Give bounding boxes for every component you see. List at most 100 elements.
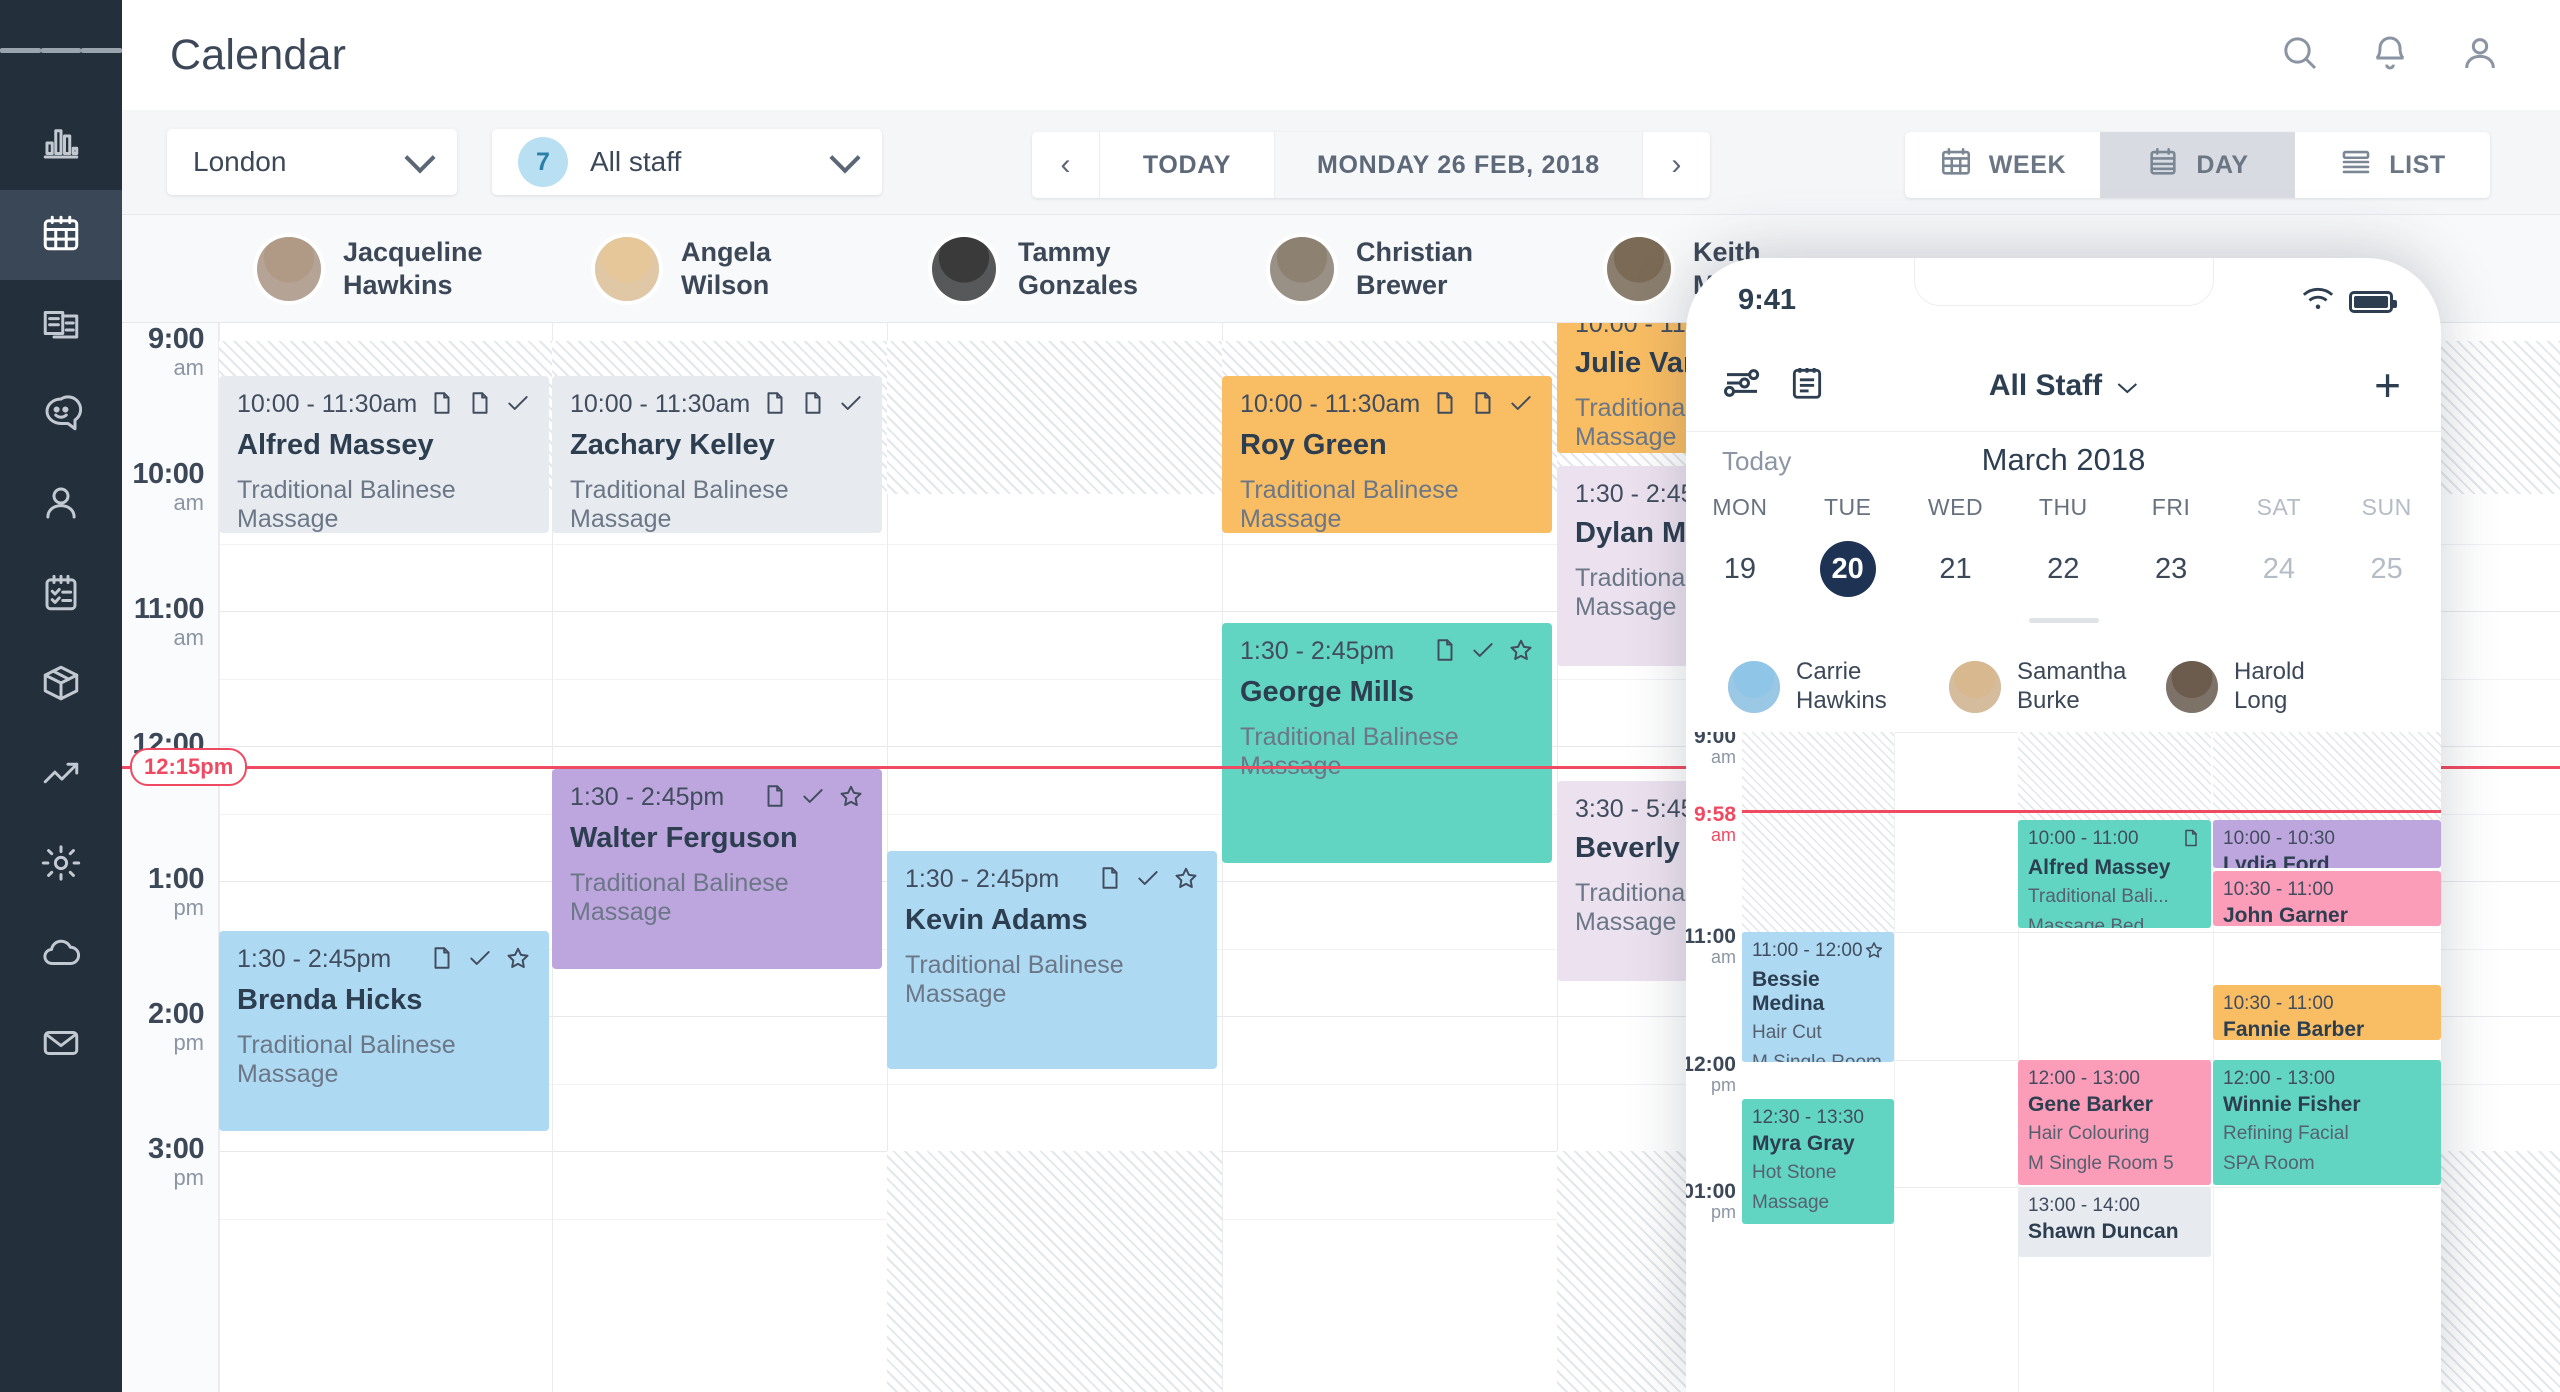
phone-appointment-client: Shawn Duncan: [2028, 1220, 2179, 1243]
file-icon[interactable]: [1432, 637, 1458, 668]
sidebar-item-tasks[interactable]: [0, 550, 122, 640]
appointment-card[interactable]: 1:30 - 2:45pm Walter Ferguson Traditional …: [552, 769, 882, 969]
date-navigator: ‹ TODAY MONDAY 26 FEB, 2018 ›: [1032, 132, 1710, 198]
appointment-client: Walter Ferguson: [570, 822, 798, 854]
phone-unavailable-block: [2018, 732, 2211, 820]
avatar: [257, 237, 321, 301]
file-icon[interactable]: [429, 945, 455, 976]
appointment-card[interactable]: 10:00 - 11:30am Roy Green Traditional Bali…: [1222, 376, 1552, 533]
phone-appointment-card[interactable]: 10:00 - 11:00 Alfred Massey Traditional Ba…: [2018, 820, 2211, 928]
sidebar-item-clients[interactable]: [0, 460, 122, 550]
phone-day-mon[interactable]: MON 19: [1686, 494, 1794, 597]
appointment-time: 1:30 - 2:45pm: [905, 865, 1060, 893]
star-icon[interactable]: [1173, 865, 1199, 896]
today-button[interactable]: TODAY: [1100, 132, 1275, 198]
list-icon: [2339, 145, 2373, 186]
phone-day-fri[interactable]: FRI 23: [2117, 494, 2225, 597]
sidebar-item-messages[interactable]: [0, 1000, 122, 1090]
phone-day-sun[interactable]: SUN 25: [2333, 494, 2441, 597]
staff-column-header[interactable]: Tammy Gonzales: [932, 215, 1138, 323]
file-icon[interactable]: [800, 390, 826, 421]
prev-day-button[interactable]: ‹: [1032, 132, 1100, 198]
check-icon[interactable]: [1508, 390, 1534, 421]
phone-today-label[interactable]: Today: [1722, 446, 1791, 477]
location-select[interactable]: London: [167, 129, 457, 195]
file-icon[interactable]: [429, 390, 455, 421]
staff-column-header[interactable]: Angela Wilson: [595, 215, 771, 323]
phone-add-button[interactable]: +: [2374, 362, 2401, 408]
phone-day-number: 25: [2370, 553, 2403, 585]
sidebar-item-feedback[interactable]: [0, 370, 122, 460]
sidebar-item-analytics[interactable]: [0, 100, 122, 190]
current-date-label[interactable]: MONDAY 26 FEB, 2018: [1275, 132, 1642, 198]
phone-day-name: MON: [1712, 494, 1768, 520]
next-day-button[interactable]: ›: [1641, 132, 1710, 198]
view-week-button[interactable]: WEEK: [1905, 132, 2100, 198]
search-icon[interactable]: [2280, 33, 2320, 78]
phone-appointment-card[interactable]: 10:30 - 11:00 John Garner: [2213, 871, 2441, 926]
invoice-icon: [40, 302, 82, 349]
phone-drag-handle[interactable]: [2028, 618, 2099, 623]
staff-select[interactable]: 7 All staff: [492, 129, 882, 195]
file-icon[interactable]: [762, 390, 788, 421]
file-icon[interactable]: [762, 783, 788, 814]
sidebar-item-invoices[interactable]: [0, 280, 122, 370]
phone-appointment-card[interactable]: 11:00 - 12:00 Bessie Medina Hair Cut M Sing…: [1742, 932, 1894, 1062]
check-icon[interactable]: [838, 390, 864, 421]
check-icon[interactable]: [1470, 637, 1496, 668]
appointment-card[interactable]: 1:30 - 2:45pm George Mills Traditional Bal…: [1222, 623, 1552, 863]
star-icon[interactable]: [838, 783, 864, 814]
time-label: 2:00 pm: [147, 998, 205, 1055]
check-icon[interactable]: [1135, 865, 1161, 896]
phone-month-label[interactable]: March 2018: [1982, 442, 2146, 478]
phone-appointment-card[interactable]: 12:30 - 13:30 Myra Gray Hot Stone Massage: [1742, 1099, 1894, 1224]
star-icon[interactable]: [1508, 637, 1534, 668]
staff-column-header[interactable]: Jacqueline Hawkins: [257, 215, 483, 323]
phone-staff-filter[interactable]: All Staff: [1989, 369, 2138, 403]
view-day-button[interactable]: DAY: [2100, 132, 2295, 198]
phone-appointment-card[interactable]: 13:00 - 14:00 Shawn Duncan: [2018, 1187, 2211, 1257]
appointment-card[interactable]: 10:00 - 11:30am Zachary Kelley Traditional…: [552, 376, 882, 533]
phone-calendar-grid[interactable]: 9:00 am 9:58 am 11:00 am 12:00 pm 01:00 pm 10:00 …: [1686, 732, 2441, 1392]
check-icon[interactable]: [800, 783, 826, 814]
appointment-service: Traditional Balinese Massage: [237, 1031, 456, 1088]
sidebar-item-reports[interactable]: [0, 730, 122, 820]
phone-appointment-card[interactable]: 12:00 - 13:00 Winnie Fisher Refining Facia…: [2213, 1060, 2441, 1185]
notepad-icon[interactable]: [1788, 364, 1826, 407]
sliders-icon[interactable]: [1722, 363, 1762, 408]
phone-appointment-card[interactable]: 10:00 - 10:30 Lydia Ford: [2213, 820, 2441, 868]
phone-column-divider: [1894, 732, 1895, 1392]
staff-column-header[interactable]: Christian Brewer: [1270, 215, 1473, 323]
appointment-card[interactable]: 1:30 - 2:45pm Brenda Hicks Traditional Bal…: [219, 931, 549, 1131]
phone-day-wed[interactable]: WED 21: [1902, 494, 2010, 597]
phone-staff-item[interactable]: Harold Long: [2166, 658, 2305, 716]
file-icon[interactable]: [1470, 390, 1496, 421]
phone-day-sat[interactable]: SAT 24: [2225, 494, 2333, 597]
appointment-card[interactable]: 10:00 - 11:30am Alfred Massey Traditional …: [219, 376, 549, 533]
file-icon[interactable]: [1097, 865, 1123, 896]
appointment-card[interactable]: 1:30 - 2:45pm Kevin Adams Traditional Bali…: [887, 851, 1217, 1069]
check-icon[interactable]: [505, 390, 531, 421]
toolbar: London 7 All staff ‹ TODAY MONDAY 26 FEB…: [122, 110, 2560, 215]
sidebar-item-calendar[interactable]: [0, 190, 122, 280]
view-list-button[interactable]: LIST: [2295, 132, 2490, 198]
time-label: 11:00 am: [133, 593, 205, 650]
sidebar-item-inventory[interactable]: [0, 640, 122, 730]
check-icon[interactable]: [467, 945, 493, 976]
hamburger-icon[interactable]: [0, 0, 123, 100]
phone-day-tue[interactable]: TUE 20: [1794, 494, 1902, 597]
bell-icon[interactable]: [2370, 33, 2410, 78]
sidebar-item-backup[interactable]: [0, 910, 122, 1000]
sidebar-item-settings[interactable]: [0, 820, 122, 910]
phone-appointment-card[interactable]: 10:30 - 11:00 Fannie Barber: [2213, 985, 2441, 1040]
star-icon[interactable]: [1864, 942, 1884, 964]
phone-staff-item[interactable]: Carrie Hawkins: [1728, 658, 1887, 716]
star-icon[interactable]: [505, 945, 531, 976]
phone-appointment-card[interactable]: 12:00 - 13:00 Gene Barker Hair Colouring M …: [2018, 1060, 2211, 1185]
file-icon[interactable]: [2181, 829, 2201, 852]
phone-staff-item[interactable]: Samantha Burke: [1949, 658, 2126, 716]
file-icon[interactable]: [467, 390, 493, 421]
phone-day-thu[interactable]: THU 22: [2009, 494, 2117, 597]
file-icon[interactable]: [1432, 390, 1458, 421]
user-circle-icon[interactable]: [2460, 33, 2500, 78]
